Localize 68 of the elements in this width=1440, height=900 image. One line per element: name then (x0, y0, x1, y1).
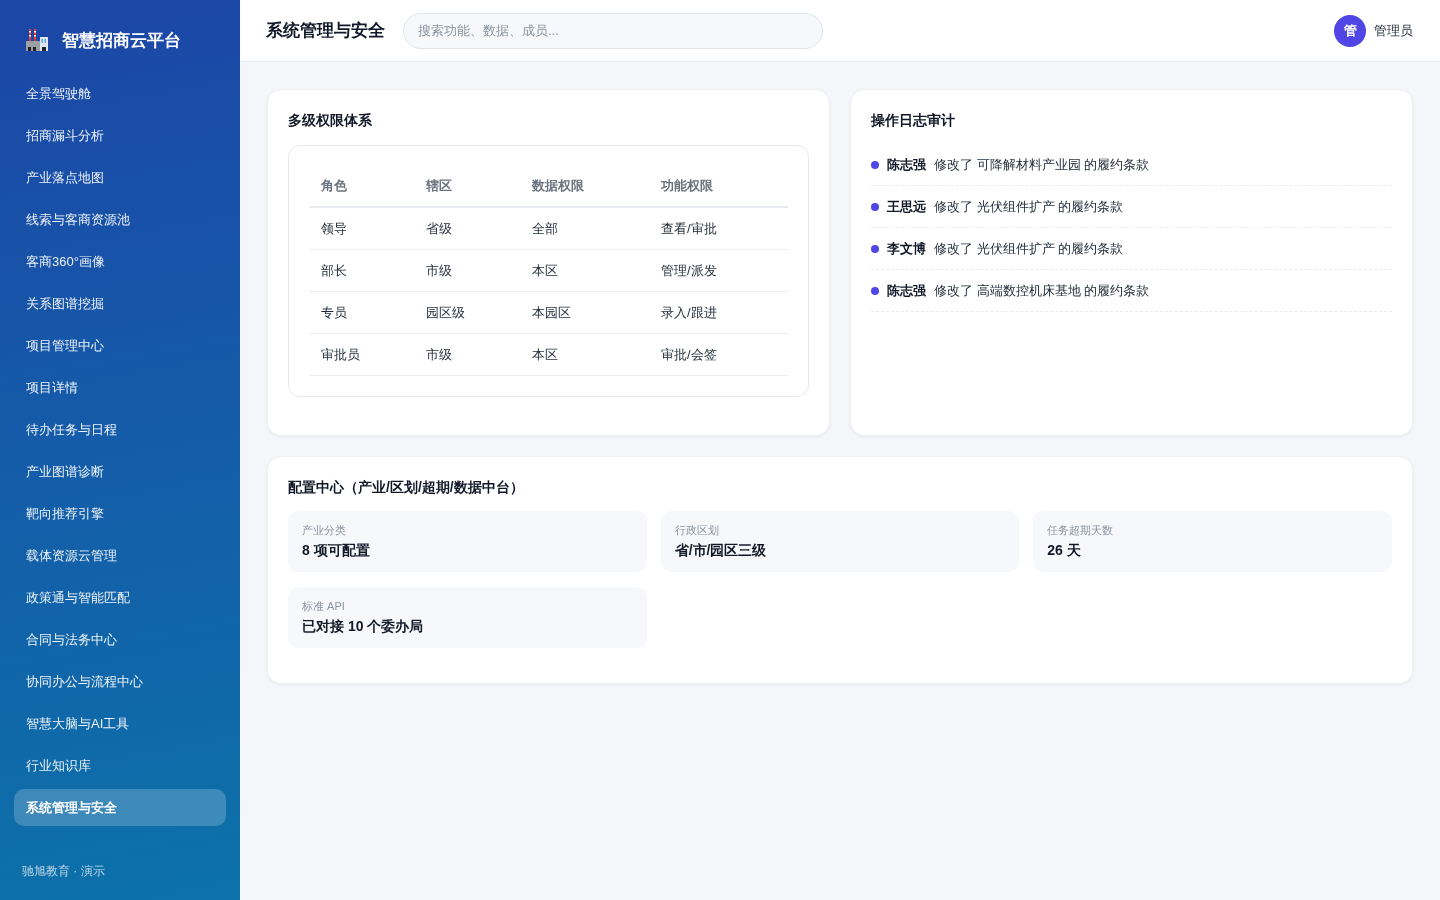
bullet-icon (871, 202, 879, 211)
nav-item[interactable]: 系统管理与安全 (14, 789, 226, 826)
card-title: 配置中心（产业/区划/超期/数据中台） (288, 478, 525, 497)
nav-item[interactable]: 客商360°画像 (14, 243, 226, 280)
table-cell: 本园区 (519, 291, 650, 334)
tile-value: 已对接 10 个委办局 (302, 617, 425, 636)
nav-item[interactable]: 线索与客商资源池 (14, 201, 226, 238)
table-cell: 审批员 (309, 333, 415, 376)
table-cell: 录入/跟进 (649, 291, 788, 334)
tile-value: 8 项可配置 (302, 541, 371, 560)
search-field[interactable]: 搜索功能、数据、成员... (403, 12, 823, 49)
log-user: 李文博 (887, 240, 926, 258)
nav-item[interactable]: 招商漏斗分析 (14, 117, 226, 154)
column-header: 数据权限 (519, 166, 650, 207)
factory-icon (26, 29, 48, 51)
card-title: 多级权限体系 (288, 111, 373, 130)
footer-text: 驰旭教育 · 演示 (21, 863, 106, 880)
nav-item[interactable]: 待办任务与日程 (14, 411, 226, 448)
nav-item[interactable]: 关系图谱挖掘 (14, 285, 226, 322)
log-user: 陈志强 (887, 282, 926, 300)
nav-item[interactable]: 产业图谱诊断 (14, 453, 226, 490)
nav-item[interactable]: 产业落点地图 (14, 159, 226, 196)
nav-item[interactable]: 项目管理中心 (14, 327, 226, 364)
nav-item[interactable]: 项目详情 (14, 369, 226, 406)
log-message: 修改了 高端数控机床基地 的履约条款 (934, 282, 1150, 300)
bullet-icon (871, 244, 879, 253)
table-cell: 部长 (309, 249, 415, 292)
table-cell: 审批/会签 (649, 333, 788, 376)
user-avatar[interactable]: 管 (1334, 14, 1366, 47)
log-message: 修改了 光伏组件扩产 的履约条款 (934, 240, 1124, 258)
nav-item[interactable]: 靶向推荐引擎 (14, 495, 226, 532)
table-cell: 全部 (519, 207, 650, 250)
page-title: 系统管理与安全 (266, 20, 385, 42)
nav-item[interactable]: 协同办公与流程中心 (14, 663, 226, 700)
table-cell: 管理/派发 (649, 249, 788, 292)
nav-item[interactable]: 全景驾驶舱 (14, 75, 226, 112)
table-cell: 专员 (309, 291, 415, 334)
table-cell: 查看/审批 (649, 207, 788, 250)
nav-item[interactable]: 合同与法务中心 (14, 621, 226, 658)
log-user: 王思远 (887, 198, 926, 216)
column-header: 辖区 (414, 166, 520, 207)
table-cell: 市级 (414, 249, 520, 292)
tile-value: 26 天 (1047, 541, 1082, 560)
table-cell: 园区级 (414, 291, 520, 334)
column-header: 功能权限 (649, 166, 788, 207)
log-message: 修改了 光伏组件扩产 的履约条款 (934, 198, 1124, 216)
nav-item[interactable]: 载体资源云管理 (14, 537, 226, 574)
table-cell: 市级 (414, 333, 520, 376)
log-user: 陈志强 (887, 156, 926, 174)
nav-item[interactable]: 行业知识库 (14, 747, 226, 784)
table-cell: 本区 (519, 333, 650, 376)
card-title: 操作日志审计 (871, 111, 956, 130)
tile-label: 任务超期天数 (1047, 523, 1115, 538)
table-cell: 省级 (414, 207, 520, 250)
nav-item[interactable]: 智慧大脑与AI工具 (14, 705, 226, 742)
app-title: 智慧招商云平台 (62, 29, 181, 52)
nav-item[interactable]: 政策通与智能匹配 (14, 579, 226, 616)
bullet-icon (871, 160, 879, 169)
column-header: 角色 (309, 166, 415, 207)
table-cell: 领导 (309, 207, 415, 250)
tile-label: 标准 API (302, 599, 346, 614)
bullet-icon (871, 286, 879, 295)
tile-label: 产业分类 (302, 523, 347, 538)
table-cell: 本区 (519, 249, 650, 292)
tile-value: 省/市/园区三级 (674, 541, 768, 560)
tile-label: 行政区划 (674, 523, 720, 538)
user-name: 管理员 (1374, 21, 1413, 40)
log-message: 修改了 可降解材料产业园 的履约条款 (934, 156, 1150, 174)
